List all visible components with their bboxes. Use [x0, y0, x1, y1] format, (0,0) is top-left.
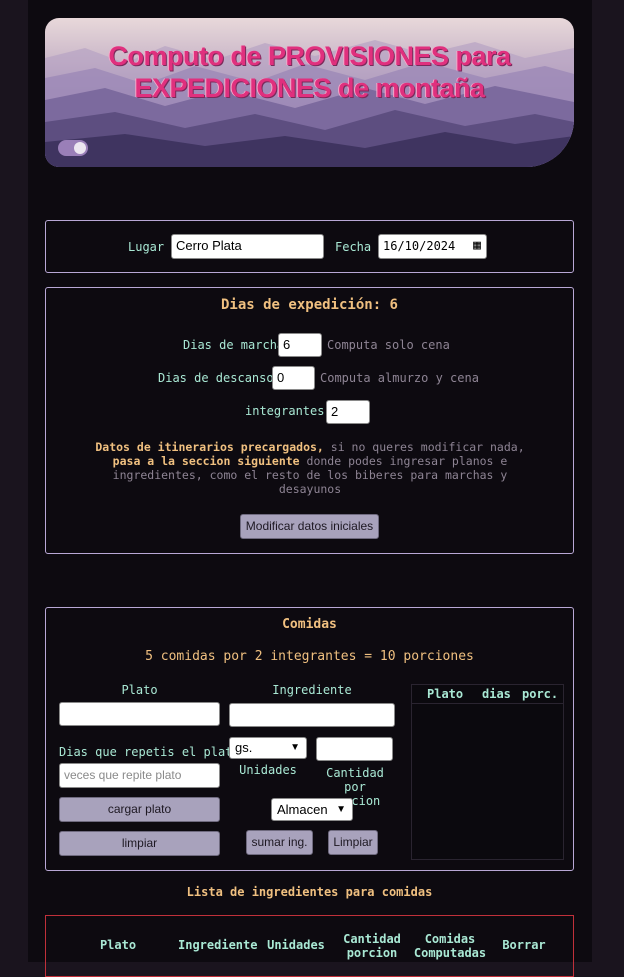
unit-select[interactable]: gs. ▼	[229, 737, 307, 759]
info-text-1: si no queres modificar nada,	[323, 440, 525, 454]
table-header-unidades: Unidades	[267, 938, 325, 952]
modify-initial-data-button[interactable]: Modificar datos iniciales	[240, 514, 379, 539]
hero-banner: Computo de PROVISIONES para EXPEDICIONES…	[45, 18, 574, 167]
fecha-input[interactable]: 16/10/2024 ▦	[378, 234, 487, 259]
hero-title-line1: Computo de PROVISIONES para	[108, 41, 511, 71]
marcha-note: Computa solo cena	[327, 338, 450, 352]
chevron-down-icon: ▼	[290, 742, 300, 753]
mini-table-header-dias: dias	[482, 687, 511, 701]
info-paragraph: Datos de itinerarios precargados, si no …	[60, 440, 560, 496]
info-text-2: donde podes ingresar planos e	[299, 454, 508, 468]
descanso-input[interactable]: 0	[272, 366, 315, 390]
theme-toggle[interactable]	[58, 140, 88, 156]
expedition-title: Dias de expedición: 6	[220, 297, 398, 313]
marcha-input[interactable]: 6	[278, 333, 322, 357]
info-bold-1: Datos de itinerarios precargados,	[95, 440, 324, 454]
table-header-ingrediente: Ingrediente	[178, 938, 258, 952]
repetis-input[interactable]: veces que repite plato	[59, 763, 220, 788]
mini-table-header-plato: Plato	[427, 687, 464, 701]
lista-title: Lista de ingredientes para comidas	[186, 885, 433, 899]
info-text-3: ingredientes, como el resto de los biber…	[112, 468, 508, 482]
store-selected-value: Almacen	[277, 802, 328, 817]
fecha-label: Fecha	[335, 240, 372, 254]
hero-title-line2: EXPEDICIONES de montaña	[134, 73, 485, 103]
unit-selected-value: gs.	[235, 740, 253, 755]
cantidad-label-line1: Cantidad por	[326, 766, 384, 794]
chevron-down-icon: ▼	[336, 804, 346, 815]
info-bold-2: pasa a la seccion siguiente	[112, 454, 300, 468]
integrantes-input[interactable]: 2	[326, 400, 370, 424]
comidas-title: Comidas	[282, 617, 337, 632]
table-header-plato: Plato	[99, 938, 137, 952]
ingrediente-input[interactable]	[229, 703, 395, 727]
descanso-label: Dias de descansos	[158, 371, 281, 385]
table-header-borrar: Borrar	[502, 938, 546, 952]
ingrediente-label: Ingrediente	[272, 683, 352, 697]
limpiar-ingrediente-button[interactable]: Limpiar	[328, 830, 378, 855]
table-header-comidas: Comidas Computadas	[413, 932, 487, 960]
hero-title: Computo de PROVISIONES para EXPEDICIONES…	[45, 40, 574, 104]
mini-table-header-porc: porc.	[522, 687, 559, 701]
plato-input[interactable]	[59, 702, 220, 726]
descanso-note: Computa almurzo y cena	[320, 371, 479, 385]
store-select[interactable]: Almacen ▼	[271, 798, 353, 821]
sumar-ingrediente-button[interactable]: sumar ing.	[246, 830, 313, 855]
limpiar-plato-button[interactable]: limpiar	[59, 831, 220, 856]
platos-mini-table	[411, 684, 564, 860]
comidas-summary: 5 comidas por 2 integrantes = 10 porcion…	[145, 649, 474, 664]
mini-table-divider	[412, 703, 563, 704]
cantidad-input[interactable]	[316, 737, 393, 761]
repetis-label: Dias que repetis el plato	[59, 745, 240, 759]
fecha-value: 16/10/2024	[383, 239, 456, 253]
marcha-label: Dias de marcha	[183, 338, 285, 352]
lugar-input[interactable]: Cerro Plata	[171, 234, 324, 259]
cargar-plato-button[interactable]: cargar plato	[59, 797, 220, 822]
unidades-label: Unidades	[239, 763, 297, 777]
lugar-label: Lugar	[128, 240, 165, 254]
table-header-cantidad: Cantidad porcion	[343, 932, 401, 960]
calendar-icon[interactable]: ▦	[473, 235, 481, 257]
plato-label: Plato	[121, 683, 158, 697]
info-text-4: desayunos	[278, 482, 342, 496]
integrantes-label: integrantes	[245, 404, 325, 418]
